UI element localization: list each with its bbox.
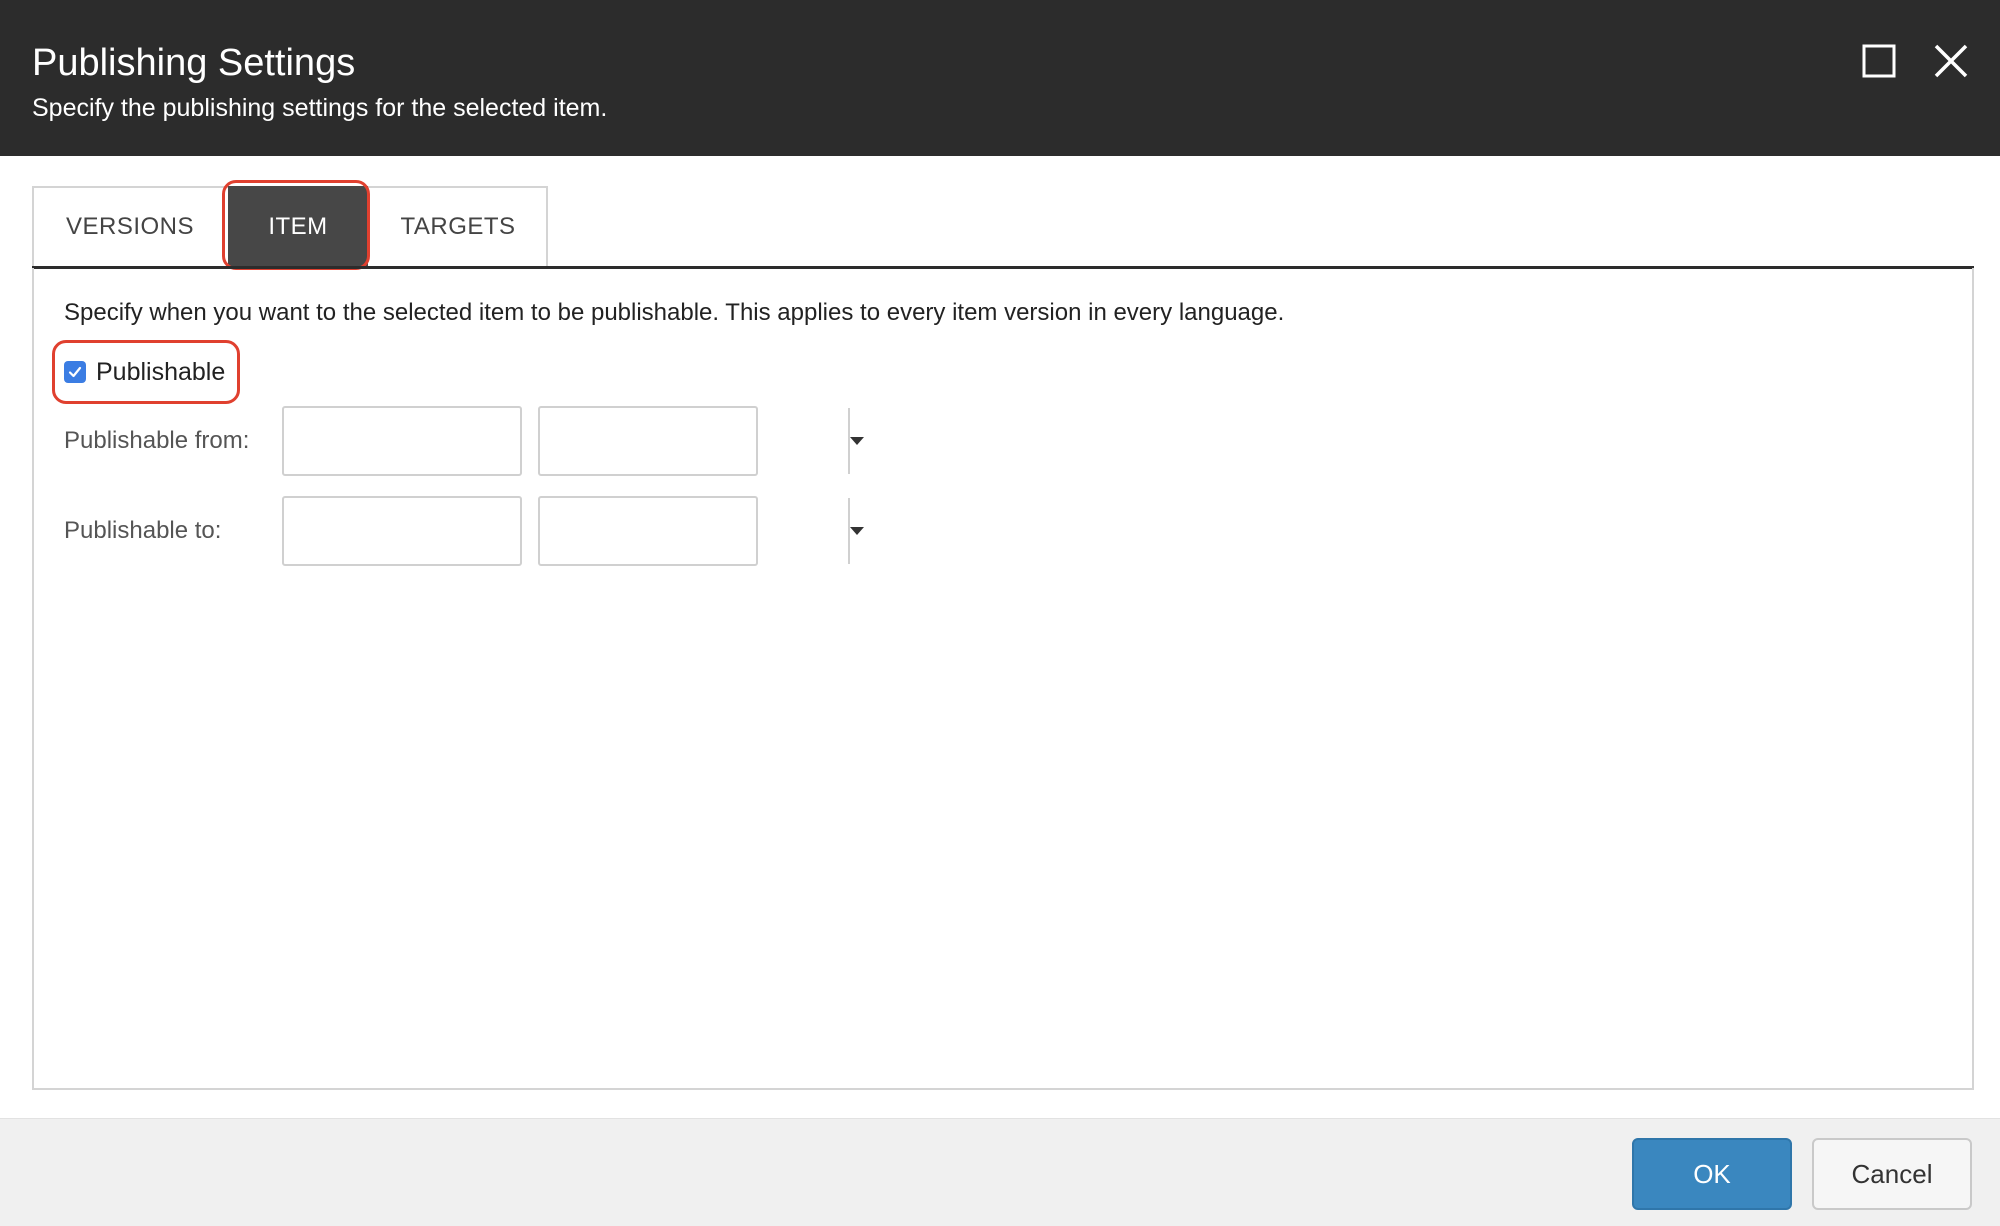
item-description: Specify when you want to the selected it… bbox=[64, 299, 1285, 326]
caret-down-icon bbox=[850, 436, 864, 445]
publishing-settings-dialog: Publishing Settings Specify the publishi… bbox=[0, 0, 2000, 1226]
publishable-from-time-dropdown[interactable] bbox=[848, 408, 864, 474]
publishable-from-time-input[interactable] bbox=[540, 408, 848, 474]
publishable-to-time-dropdown[interactable] bbox=[848, 498, 864, 564]
maximize-icon bbox=[1862, 44, 1896, 78]
publishable-from-time-picker[interactable] bbox=[538, 406, 864, 476]
tab-strip: VERSIONS ITEM TARGETS bbox=[32, 186, 548, 268]
ok-button[interactable]: OK bbox=[1632, 1138, 1792, 1210]
publishable-checkbox-row[interactable]: Publishable bbox=[64, 354, 225, 390]
checkmark-icon bbox=[68, 366, 82, 378]
close-icon bbox=[1934, 44, 1968, 78]
tab-item[interactable]: ITEM bbox=[228, 186, 368, 268]
publishable-to-time-picker[interactable] bbox=[538, 496, 864, 566]
close-button[interactable] bbox=[1928, 38, 1974, 84]
publishable-to-time-input[interactable] bbox=[540, 498, 848, 564]
cancel-button[interactable]: Cancel bbox=[1812, 1138, 1972, 1210]
publishable-from-label: Publishable from: bbox=[64, 427, 250, 454]
dialog-subtitle: Specify the publishing settings for the … bbox=[32, 94, 608, 122]
tab-targets[interactable]: TARGETS bbox=[368, 186, 548, 268]
publishable-label: Publishable bbox=[96, 357, 226, 386]
maximize-button[interactable] bbox=[1856, 38, 1902, 84]
publishable-to-date-picker[interactable] bbox=[282, 496, 608, 566]
dialog-header: Publishing Settings Specify the publishi… bbox=[0, 0, 2000, 156]
tab-versions[interactable]: VERSIONS bbox=[32, 186, 228, 268]
publishable-from-date-picker[interactable] bbox=[282, 406, 608, 476]
dialog-title: Publishing Settings bbox=[32, 42, 356, 84]
caret-down-icon bbox=[850, 526, 864, 535]
publishable-checkbox[interactable] bbox=[64, 361, 86, 383]
item-panel bbox=[32, 268, 1974, 1090]
publishable-to-label: Publishable to: bbox=[64, 517, 222, 544]
